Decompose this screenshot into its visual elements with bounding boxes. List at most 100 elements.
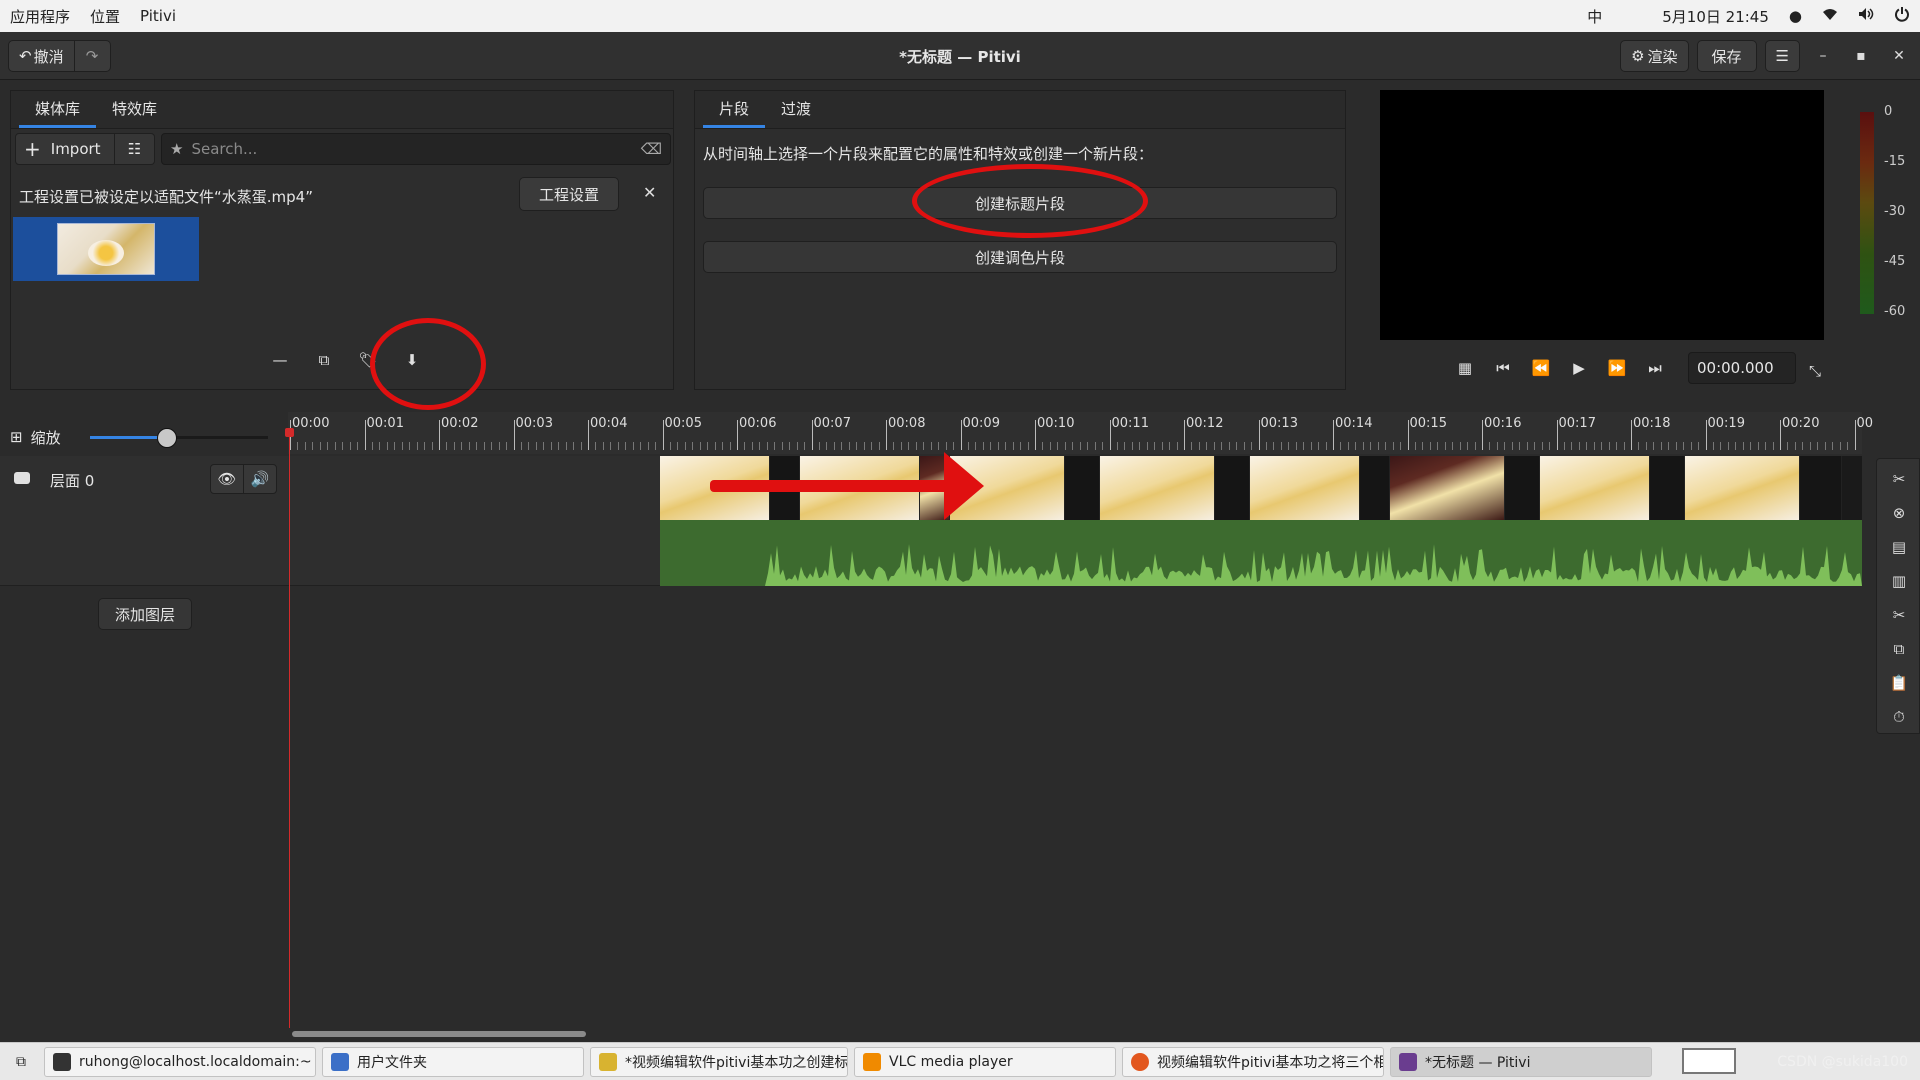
app-menu[interactable]: Pitivi (130, 7, 186, 25)
show-desktop-icon[interactable]: ⧉ (4, 1047, 38, 1077)
ruler-minor-tick (386, 442, 388, 450)
clock[interactable]: 5月10日 21:45 (1652, 6, 1779, 27)
task-terminal[interactable]: ruhong@localhost.localdomain:~ (44, 1046, 316, 1077)
power-icon[interactable] (1884, 6, 1920, 26)
ruler-tick (1109, 420, 1111, 450)
task-label: 视频编辑软件pitivi基本功之将三个相... (1157, 1054, 1384, 1071)
meter-label: -15 (1884, 154, 1906, 169)
create-color-clip-button[interactable]: 创建调色片段 (703, 241, 1337, 273)
wifi-icon[interactable] (1812, 7, 1848, 25)
ruler-minor-tick (1169, 442, 1171, 450)
task-pitivi[interactable]: *无标题 — Pitivi (1390, 1046, 1652, 1077)
timecode-entry[interactable]: 00:00.000 (1688, 352, 1796, 384)
tab-media-library[interactable]: 媒体库 (19, 90, 97, 128)
workspace-switcher[interactable] (1682, 1048, 1736, 1074)
ruler-minor-tick (1064, 442, 1066, 450)
ruler-minor-tick (751, 442, 753, 450)
add-layer-button[interactable]: 添加图层 (98, 598, 192, 630)
timer-icon[interactable]: ⏱ (1887, 705, 1911, 729)
ruler-minor-tick (707, 442, 709, 450)
volume-icon[interactable] (1848, 7, 1884, 25)
ruler-minor-tick (1370, 442, 1372, 450)
task-editor[interactable]: *视频编辑软件pitivi基本功之创建标... (590, 1046, 848, 1077)
cut-icon[interactable]: ✂ (1887, 603, 1911, 627)
import-button[interactable]: + Import (15, 133, 115, 165)
ruler-minor-tick (491, 442, 493, 450)
playhead[interactable] (289, 430, 290, 1028)
folder-icon (331, 1052, 349, 1071)
rewind-icon[interactable]: ⏪ (1530, 357, 1552, 379)
fullscreen-icon[interactable]: ⤡ (1804, 360, 1826, 382)
ruler-minor-tick (394, 442, 396, 450)
group-icon[interactable]: ▤ (1887, 535, 1911, 559)
clip-frame (1215, 456, 1250, 520)
redo-button[interactable]: ↷ (74, 40, 111, 72)
audio-level-meter (1860, 112, 1874, 314)
plus-icon: + (24, 137, 41, 161)
zoom-fit-icon[interactable]: ⊞ (10, 428, 23, 446)
viewer-panel: ▦ ⏮ ⏪ ▶ ⏩ ⏭ 00:00.000 ⤡ (1354, 80, 1920, 398)
minimize-icon[interactable]: – (1808, 41, 1838, 71)
ruler-minor-tick (1474, 442, 1476, 450)
clear-search-icon[interactable]: ⌫ (641, 140, 662, 158)
ruler-minor-tick (1288, 442, 1290, 450)
ruler-minor-tick (1340, 442, 1342, 450)
timeline-ruler[interactable]: 00:00 00:01 00:02 00:03 00:04 00:05 00:06 00:07… (288, 412, 1873, 454)
playhead-handle[interactable] (285, 428, 294, 437)
task-files[interactable]: 用户文件夹 (322, 1046, 584, 1077)
paste-icon[interactable]: 📋 (1887, 671, 1911, 695)
input-method-indicator[interactable]: 中 (1577, 6, 1612, 27)
ruler-minor-tick (1496, 442, 1498, 450)
video-preview (1380, 90, 1824, 340)
ruler-minor-tick (1280, 442, 1282, 450)
project-settings-button[interactable]: 工程设置 (519, 177, 619, 211)
ruler-minor-tick (520, 442, 522, 450)
applications-menu[interactable]: 应用程序 (0, 6, 80, 27)
save-button[interactable]: 保存 (1696, 40, 1757, 72)
ruler-minor-tick (1146, 442, 1148, 450)
search-input[interactable] (191, 140, 633, 158)
remove-icon[interactable]: — (269, 349, 291, 371)
ruler-tick-label: 00:01 (366, 416, 404, 431)
ruler-minor-tick (1519, 442, 1521, 450)
task-firefox[interactable]: 视频编辑软件pitivi基本功之将三个相... (1122, 1046, 1384, 1077)
main-menu-button[interactable]: ☰ (1764, 40, 1800, 72)
places-menu[interactable]: 位置 (80, 6, 130, 27)
skip-end-icon[interactable]: ⏭ (1644, 357, 1666, 379)
timeline-horizontal-scrollbar[interactable] (292, 1031, 586, 1037)
ruler-minor-tick (1020, 442, 1022, 450)
media-clip-thumbnail[interactable] (13, 217, 199, 281)
play-icon[interactable]: ▶ (1568, 357, 1590, 379)
maximize-icon[interactable]: ▪ (1846, 41, 1876, 71)
tab-transitions[interactable]: 过渡 (765, 90, 827, 128)
undo-label: 撤消 (33, 47, 64, 66)
delete-icon[interactable]: ⊗ (1887, 501, 1911, 525)
layer-audio-button[interactable]: 🔊 (243, 464, 277, 494)
vlc-icon (863, 1052, 881, 1071)
skip-start-icon[interactable]: ⏮ (1492, 357, 1514, 379)
close-icon[interactable]: ✕ (643, 183, 656, 202)
clip-properties-icon[interactable]: ⧉ (313, 349, 335, 371)
ruler-minor-tick (915, 442, 917, 450)
fast-forward-icon[interactable]: ⏩ (1606, 357, 1628, 379)
ruler-tick (1854, 420, 1856, 450)
ruler-tick (1556, 420, 1558, 450)
ruler-minor-tick (1265, 442, 1267, 450)
tab-clip[interactable]: 片段 (703, 90, 766, 128)
split-icon[interactable]: ✂ (1887, 467, 1911, 491)
ungroup-icon[interactable]: ▥ (1887, 569, 1911, 593)
grid-icon[interactable]: ▦ (1454, 357, 1476, 379)
add-layer-label: 添加图层 (114, 605, 175, 624)
undo-button[interactable]: ↶ 撤消 (8, 40, 75, 72)
ruler-minor-tick (1049, 442, 1051, 450)
close-window-icon[interactable]: ✕ (1884, 41, 1914, 71)
tab-effects-library[interactable]: 特效库 (96, 90, 173, 128)
audio-clip[interactable] (660, 520, 1862, 586)
render-button[interactable]: ⚙ 渲染 (1620, 40, 1689, 72)
clip-frame (1360, 456, 1390, 520)
task-vlc[interactable]: VLC media player (854, 1046, 1116, 1077)
list-view-button[interactable]: ☷ (115, 133, 155, 165)
layer-visibility-button[interactable]: 👁 (210, 464, 244, 494)
copy-icon[interactable]: ⧉ (1887, 637, 1911, 661)
zoom-slider-handle[interactable] (156, 428, 177, 448)
